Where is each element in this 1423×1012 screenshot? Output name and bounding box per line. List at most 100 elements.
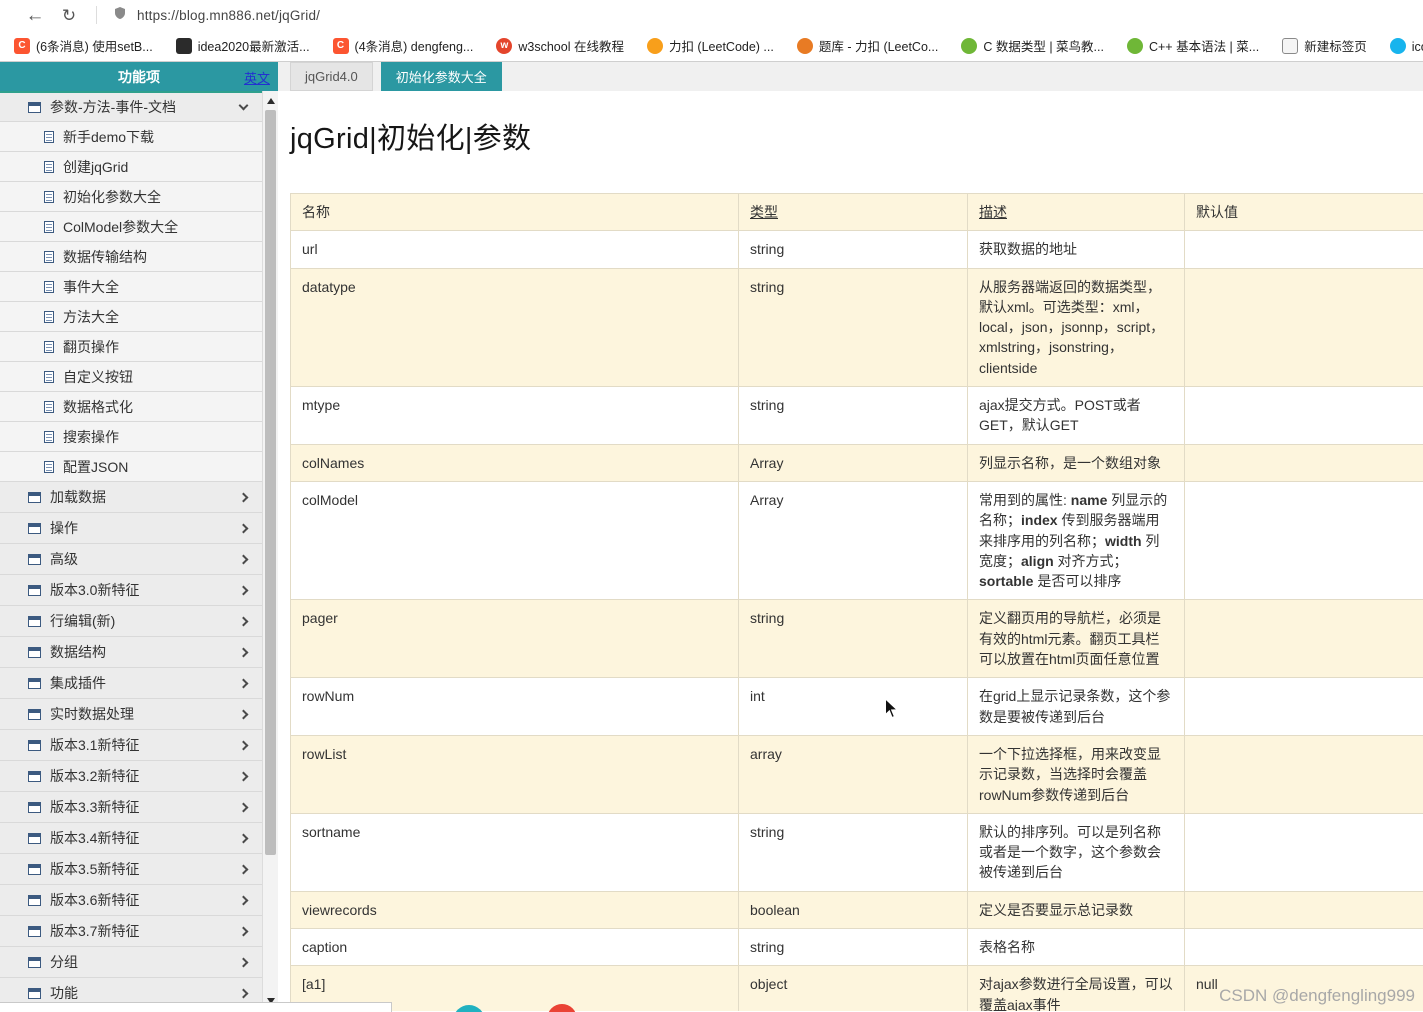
bookmark-item[interactable]: iconfont-阿里巴巴 — [1390, 36, 1423, 55]
document-icon — [44, 311, 54, 323]
bookmark-item[interactable]: C(4条消息) dengfeng... — [333, 36, 474, 55]
address-bar-row: ← ↻ https://blog.mn886.net/jqGrid/ — [0, 0, 1423, 30]
sidebar-group[interactable]: 版本3.5新特征 — [0, 854, 262, 885]
param-type-cell: string — [739, 813, 968, 891]
sidebar-group[interactable]: 分组 — [0, 947, 262, 978]
sidebar-group[interactable]: 实时数据处理 — [0, 699, 262, 730]
bookmark-item[interactable]: 新建标签页 — [1282, 36, 1367, 55]
param-type-cell: Array — [739, 481, 968, 599]
sidebar-item-label: 数据格式化 — [63, 397, 250, 417]
leetcode-icon — [647, 38, 663, 54]
chevron-right-icon — [239, 988, 249, 998]
window-icon — [28, 647, 41, 658]
document-icon — [44, 431, 54, 443]
sidebar-group[interactable]: 版本3.7新特征 — [0, 916, 262, 947]
param-default-cell — [1185, 600, 1423, 678]
param-desc-cell: 定义是否要显示总记录数 — [968, 891, 1185, 928]
sidebar-item-label: 初始化参数大全 — [63, 187, 250, 207]
sidebar-group-label: 版本3.4新特征 — [50, 828, 240, 848]
sidebar-group[interactable]: 数据结构 — [0, 637, 262, 668]
param-desc-cell: ajax提交方式。POST或者GET，默认GET — [968, 387, 1185, 445]
table-row: colModelArray常用到的属性: name 列显示的名称；index 传… — [291, 481, 1423, 599]
sidebar-item[interactable]: 数据格式化 — [0, 392, 262, 422]
divider — [96, 6, 97, 24]
sidebar-item-label: 自定义按钮 — [63, 367, 250, 387]
chevron-right-icon — [239, 647, 249, 657]
sidebar-item[interactable]: 事件大全 — [0, 272, 262, 302]
sidebar-group[interactable]: 加载数据 — [0, 482, 262, 513]
sidebar-group-label: 版本3.2新特征 — [50, 766, 240, 786]
tab-item[interactable]: jqGrid4.0 — [290, 62, 373, 91]
leetcode-icon — [797, 38, 813, 54]
chevron-right-icon — [239, 957, 249, 967]
sidebar-item[interactable]: 数据传输结构 — [0, 242, 262, 272]
sidebar-group-label: 版本3.7新特征 — [50, 921, 240, 941]
tab-active[interactable]: 初始化参数大全 — [381, 62, 502, 91]
scroll-up-icon[interactable] — [267, 98, 275, 104]
bookmark-item[interactable]: idea2020最新激活... — [176, 36, 310, 55]
param-name-cell: sortname — [291, 813, 739, 891]
english-link[interactable]: 英文 — [244, 68, 270, 87]
horizontal-scrollbar[interactable] — [0, 1002, 392, 1012]
sidebar-group[interactable]: 版本3.2新特征 — [0, 761, 262, 792]
bookmark-item[interactable]: C 数据类型 | 菜鸟教... — [961, 36, 1104, 55]
document-icon — [44, 371, 54, 383]
table-row: sortnamestring默认的排序列。可以是列名称或者是一个数字，这个参数会… — [291, 813, 1423, 891]
sidebar-group[interactable]: 集成插件 — [0, 668, 262, 699]
security-icon[interactable] — [107, 6, 133, 25]
sidebar-group-label: 加载数据 — [50, 487, 240, 507]
sidebar-item[interactable]: ColModel参数大全 — [0, 212, 262, 242]
scrollbar-thumb[interactable] — [265, 110, 276, 855]
sidebar-item[interactable]: 翻页操作 — [0, 332, 262, 362]
sidebar-group-label: 实时数据处理 — [50, 704, 240, 724]
bookmark-label: w3school 在线教程 — [518, 36, 624, 55]
param-default-cell — [1185, 481, 1423, 599]
sidebar-group[interactable]: 参数-方法-事件-文档 — [0, 91, 262, 122]
param-name-cell: datatype — [291, 268, 739, 386]
bookmark-label: (4条消息) dengfeng... — [355, 36, 474, 55]
iconfont-icon — [1390, 38, 1406, 54]
param-desc-cell: 默认的排序列。可以是列名称或者是一个数字，这个参数会被传递到后台 — [968, 813, 1185, 891]
sidebar-group[interactable]: 版本3.6新特征 — [0, 885, 262, 916]
browser-chrome: ← ↻ https://blog.mn886.net/jqGrid/ C(6条消… — [0, 0, 1423, 62]
chevron-right-icon — [239, 678, 249, 688]
back-icon[interactable]: ← — [18, 6, 52, 25]
bookmark-item[interactable]: ww3school 在线教程 — [496, 36, 624, 55]
sidebar-item-label: ColModel参数大全 — [63, 217, 250, 237]
column-header[interactable]: 描述 — [968, 194, 1185, 231]
sidebar-group[interactable]: 高级 — [0, 544, 262, 575]
bookmark-item[interactable]: 力扣 (LeetCode) ... — [647, 36, 774, 55]
column-header[interactable]: 类型 — [739, 194, 968, 231]
param-name-cell: caption — [291, 929, 739, 966]
sidebar-group[interactable]: 版本3.3新特征 — [0, 792, 262, 823]
table-row: pagerstring定义翻页用的导航栏，必须是有效的html元素。翻页工具栏可… — [291, 600, 1423, 678]
chevron-down-icon — [239, 100, 249, 110]
refresh-icon[interactable]: ↻ — [52, 7, 86, 24]
column-header: 默认值 — [1185, 194, 1423, 231]
bookmark-item[interactable]: C++ 基本语法 | 菜... — [1127, 36, 1259, 55]
table-row: urlstring获取数据的地址 — [291, 231, 1423, 268]
sidebar-group[interactable]: 操作 — [0, 513, 262, 544]
sidebar-scrollbar[interactable] — [262, 91, 278, 1011]
param-default-cell — [1185, 387, 1423, 445]
sidebar-item[interactable]: 自定义按钮 — [0, 362, 262, 392]
sidebar-item[interactable]: 新手demo下载 — [0, 122, 262, 152]
bookmark-item[interactable]: 题库 - 力扣 (LeetCo... — [797, 36, 938, 55]
window-icon — [28, 988, 41, 999]
bookmark-label: idea2020最新激活... — [198, 36, 310, 55]
content: jqGrid|初始化|参数 名称类型描述默认值urlstring获取数据的地址d… — [278, 91, 1423, 1011]
url-text[interactable]: https://blog.mn886.net/jqGrid/ — [137, 8, 320, 23]
bookmark-item[interactable]: C(6条消息) 使用setB... — [14, 36, 153, 55]
sidebar-group[interactable]: 行编辑(新) — [0, 606, 262, 637]
sidebar-group[interactable]: 版本3.4新特征 — [0, 823, 262, 854]
param-type-cell: object — [739, 966, 968, 1011]
sidebar-item[interactable]: 方法大全 — [0, 302, 262, 332]
sidebar-group[interactable]: 版本3.0新特征 — [0, 575, 262, 606]
sidebar-item[interactable]: 初始化参数大全 — [0, 182, 262, 212]
param-desc-cell: 定义翻页用的导航栏，必须是有效的html元素。翻页工具栏可以放置在html页面任… — [968, 600, 1185, 678]
window-icon — [28, 523, 41, 534]
sidebar-group[interactable]: 版本3.1新特征 — [0, 730, 262, 761]
sidebar-item[interactable]: 搜索操作 — [0, 422, 262, 452]
sidebar-item[interactable]: 创建jqGrid — [0, 152, 262, 182]
sidebar-item[interactable]: 配置JSON — [0, 452, 262, 482]
